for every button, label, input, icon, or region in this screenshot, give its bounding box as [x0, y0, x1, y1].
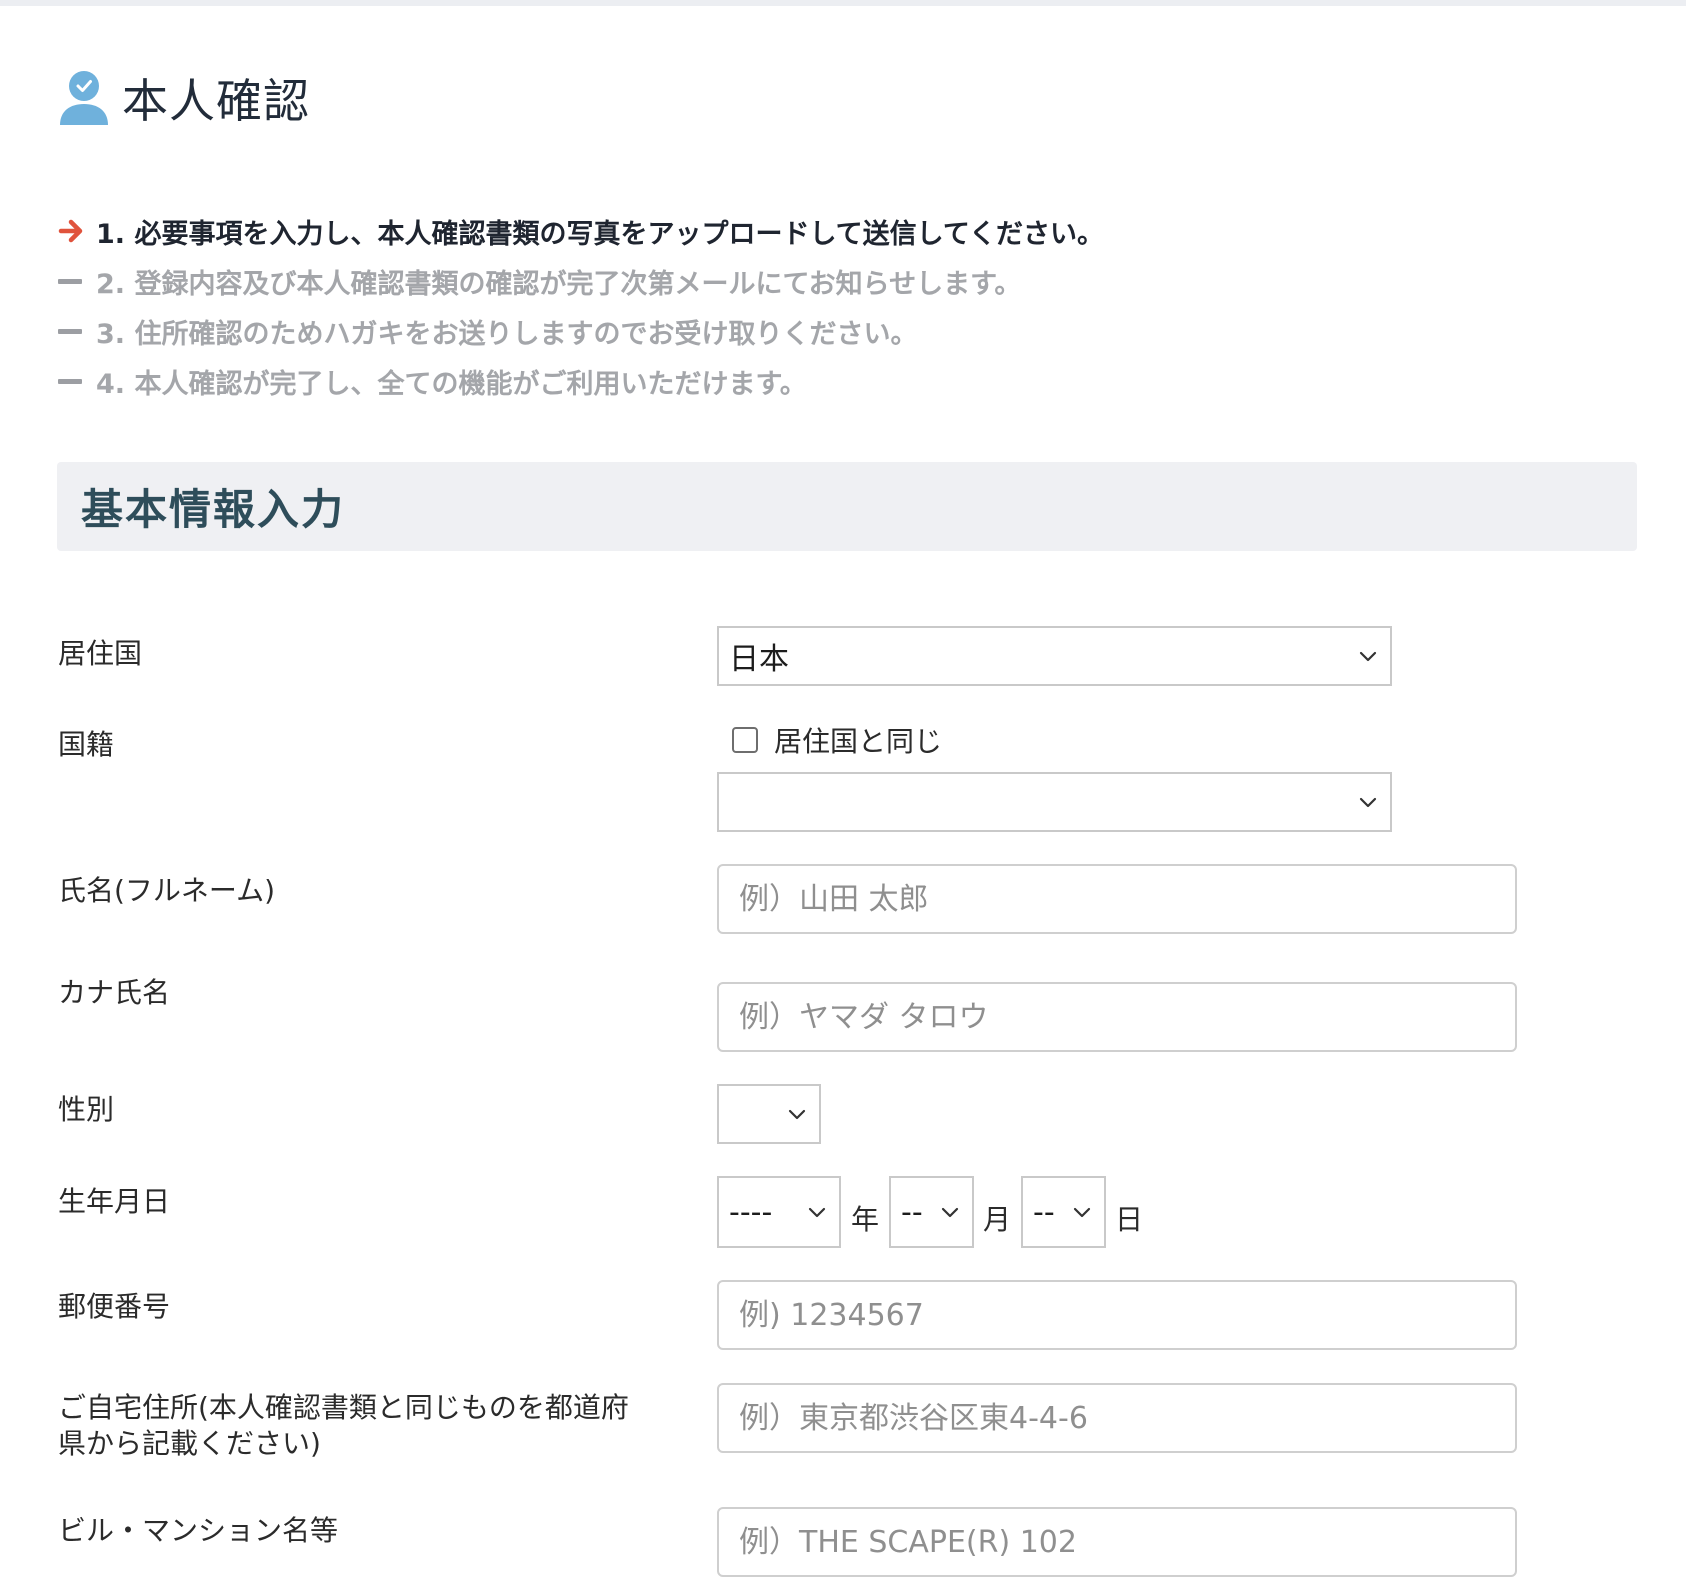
address-label-line1: ご自宅住所(本人確認書類と同じものを都道府 — [58, 1391, 629, 1424]
step-text: 1. 必要事項を入力し、本人確認書類の写真をアップロードして送信してください。 — [96, 218, 1105, 250]
day-unit: 日 — [1115, 1203, 1144, 1236]
page-header: 本人確認 — [58, 66, 310, 130]
kana-name-label: カナ氏名 — [58, 976, 171, 1009]
step-text: 2. 登録内容及び本人確認書類の確認が完了次第メールにてお知らせします。 — [96, 268, 1022, 300]
full-name-label: 氏名(フルネーム) — [58, 874, 276, 907]
postal-code-label: 郵便番号 — [58, 1290, 171, 1323]
step-item-2: 2. 登録内容及び本人確認書類の確認が完了次第メールにてお知らせします。 — [58, 256, 1104, 306]
gender-select[interactable] — [717, 1084, 821, 1144]
chevron-down-icon — [1359, 797, 1377, 808]
page-title: 本人確認 — [122, 74, 310, 128]
step-item-3: 3. 住所確認のためハガキをお送りしますのでお受け取りください。 — [58, 306, 1104, 356]
birth-day-select[interactable]: -- — [1021, 1176, 1106, 1248]
address-label-line2: 県から記載ください) — [58, 1427, 321, 1460]
nationality-select[interactable] — [717, 772, 1392, 832]
step-item-4: 4. 本人確認が完了し、全ての機能がご利用いただけます。 — [58, 356, 1104, 406]
year-unit: 年 — [851, 1203, 880, 1236]
checkbox-label: 居住国と同じ — [774, 725, 943, 758]
step-item-1: 1. 必要事項を入力し、本人確認書類の写真をアップロードして送信してください。 — [58, 206, 1104, 256]
checkbox-box[interactable] — [732, 727, 758, 753]
step-text: 4. 本人確認が完了し、全ての機能がご利用いただけます。 — [96, 368, 807, 400]
residence-select[interactable]: 日本 — [717, 626, 1392, 686]
chevron-down-icon — [808, 1207, 826, 1218]
building-input[interactable] — [717, 1507, 1517, 1577]
arrow-right-icon — [58, 219, 83, 243]
nationality-label: 国籍 — [58, 728, 115, 761]
birthdate-label: 生年月日 — [58, 1185, 171, 1218]
month-unit: 月 — [983, 1203, 1012, 1236]
dash-icon — [58, 278, 82, 284]
residence-select-value: 日本 — [729, 642, 789, 677]
residence-label: 居住国 — [58, 637, 143, 670]
birth-year-select[interactable]: ---- — [717, 1176, 841, 1248]
birth-year-value: ---- — [729, 1194, 773, 1230]
chevron-down-icon — [1073, 1207, 1091, 1218]
steps-list: 1. 必要事項を入力し、本人確認書類の写真をアップロードして送信してください。 … — [58, 206, 1104, 406]
address-input[interactable] — [717, 1383, 1517, 1453]
kana-name-input[interactable] — [717, 982, 1517, 1052]
section-title: 基本情報入力 — [81, 485, 346, 534]
chevron-down-icon — [941, 1207, 959, 1218]
verified-user-icon — [60, 71, 108, 125]
full-name-input[interactable] — [717, 864, 1517, 934]
birth-day-value: -- — [1033, 1194, 1055, 1230]
gender-label: 性別 — [58, 1093, 115, 1126]
dash-icon — [58, 328, 82, 334]
step-text: 3. 住所確認のためハガキをお送りしますのでお受け取りください。 — [96, 318, 918, 350]
section-header: 基本情報入力 — [57, 462, 1637, 551]
top-strip — [0, 0, 1686, 6]
chevron-down-icon — [788, 1109, 806, 1120]
chevron-down-icon — [1359, 651, 1377, 662]
postal-code-input[interactable] — [717, 1280, 1517, 1350]
birth-month-value: -- — [901, 1194, 923, 1230]
birth-month-select[interactable]: -- — [889, 1176, 974, 1248]
same-as-residence-checkbox[interactable]: 居住国と同じ — [732, 720, 942, 760]
building-label: ビル・マンション名等 — [58, 1514, 339, 1547]
dash-icon — [58, 378, 82, 384]
